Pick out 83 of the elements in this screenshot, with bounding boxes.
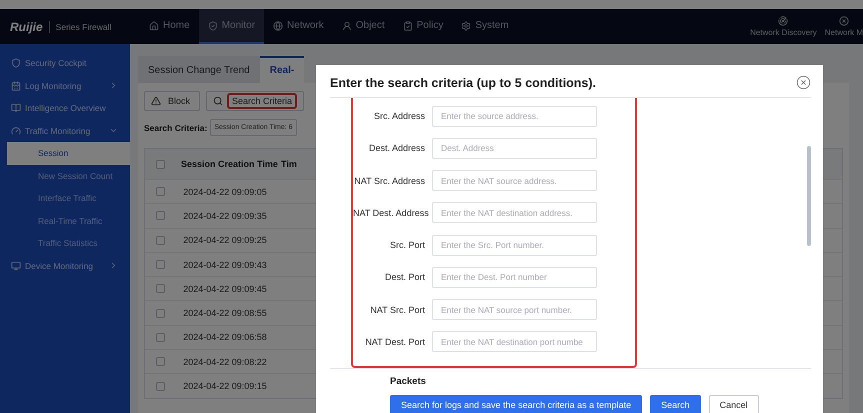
sidebar-subitem[interactable]: New Session Count xyxy=(7,164,130,187)
input-field[interactable]: Enter the NAT destination port numbe xyxy=(432,331,597,352)
table-cell-text: 2024-04-22 09:09:43 xyxy=(182,260,268,270)
dialog-button[interactable]: Search for logs and save the search criteria as a template xyxy=(390,395,642,413)
checkbox[interactable] xyxy=(156,187,164,196)
input-field[interactable]: Dest. Address xyxy=(432,138,597,159)
toolbar-button[interactable]: Block xyxy=(144,91,200,111)
scrollbar-thumb[interactable] xyxy=(807,146,811,246)
checkbox[interactable] xyxy=(156,160,164,168)
checkbox[interactable] xyxy=(156,260,164,270)
column-header: Tim xyxy=(280,159,298,169)
warning-icon xyxy=(151,96,161,106)
toolbar-button[interactable]: Search Criteria xyxy=(206,91,304,111)
shield-icon xyxy=(208,20,218,30)
sidebar-item[interactable]: Security Cockpit xyxy=(0,52,130,74)
nav-tab[interactable]: System xyxy=(452,9,518,44)
input-field[interactable]: Enter the NAT destination address. xyxy=(432,202,597,224)
sidebar-item[interactable]: Traffic Monitoring xyxy=(0,120,130,142)
field-label: NAT Src. Port xyxy=(369,304,425,315)
nav-tab[interactable]: Policy xyxy=(394,9,452,44)
sidebar-item[interactable]: Intelligence Overview xyxy=(0,97,130,120)
checkbox[interactable] xyxy=(156,357,164,366)
field-label: Dest. Address xyxy=(368,143,425,154)
nav-tab[interactable]: Object xyxy=(332,9,394,44)
table-cell-text: 2024-04-22 09:09:35 xyxy=(182,210,268,221)
field-label: Src. Port xyxy=(388,240,425,250)
dialog-title: Enter the search criteria (up to 5 conditions). xyxy=(330,76,596,90)
circle-x-icon xyxy=(838,16,849,26)
checkbox[interactable] xyxy=(156,236,164,245)
sidebar-item[interactable]: Device Monitoring xyxy=(0,254,130,277)
calendar-icon xyxy=(11,80,21,91)
sidebar-subitem[interactable]: Real-Time Traffic xyxy=(7,210,130,232)
table-cell-text: 2024-04-22 09:09:25 xyxy=(182,235,268,246)
table-cell-text: 2024-04-22 09:08:22 xyxy=(182,356,268,367)
input-field[interactable]: Enter the NAT source address. xyxy=(432,170,597,192)
dialog-button[interactable]: Search xyxy=(650,395,701,413)
radar-icon xyxy=(778,16,788,26)
clipboard-icon xyxy=(402,20,413,30)
search-icon xyxy=(213,96,224,106)
monitor-icon xyxy=(11,260,21,271)
input-field[interactable]: Enter the NAT source port number. xyxy=(432,299,597,320)
field-label: Src. Address xyxy=(372,111,425,122)
sidebar-subitem[interactable]: Traffic Statistics xyxy=(7,232,130,254)
sidebar-subitem[interactable]: Session xyxy=(7,142,130,164)
column-header: Session Creation Time xyxy=(180,159,275,169)
field-label: Dest. Port xyxy=(384,272,425,282)
home-icon xyxy=(149,20,159,30)
table-cell-text: 2024-04-22 09:08:55 xyxy=(182,308,268,318)
shield-icon xyxy=(11,58,21,68)
nav-tab[interactable]: Home xyxy=(140,9,199,44)
table-cell-text: 2024-04-22 09:06:58 xyxy=(182,332,268,342)
toolbar-tool[interactable]: Network M xyxy=(824,9,863,44)
criteria-label: Search Criteria: xyxy=(144,122,208,132)
dialog-button[interactable]: Cancel xyxy=(708,395,759,413)
table-cell-text: 2024-04-22 09:09:45 xyxy=(182,284,268,294)
toolbar-tool[interactable]: Network Discovery xyxy=(750,9,817,44)
content-tab[interactable]: Session Change Trend xyxy=(138,56,260,83)
book-icon xyxy=(11,103,21,114)
section-title: Packets xyxy=(330,368,811,387)
settings-icon xyxy=(461,20,472,30)
field-label: NAT Src. Address xyxy=(353,176,425,186)
checkbox[interactable] xyxy=(156,308,164,318)
sidebar-item[interactable]: Log Monitoring xyxy=(0,74,130,97)
checkbox[interactable] xyxy=(156,382,164,391)
brand-logo: Ruijie xyxy=(10,20,43,34)
input-field[interactable]: Enter the Dest. Port number xyxy=(432,266,597,288)
sidebar-subitem[interactable]: Interface Traffic xyxy=(7,187,130,210)
field-label: NAT Dest. Port xyxy=(364,336,425,347)
close-button[interactable] xyxy=(796,75,811,90)
input-field[interactable]: Enter the Src. Port number. xyxy=(432,234,597,256)
nav-tab[interactable]: Network xyxy=(264,9,333,44)
content-tab[interactable]: Real- xyxy=(260,56,304,83)
gauge-icon xyxy=(11,126,21,136)
input-field[interactable]: Enter the source address. xyxy=(432,106,597,127)
checkbox[interactable] xyxy=(156,332,164,342)
checkbox[interactable] xyxy=(156,284,164,294)
globe-icon xyxy=(273,20,284,30)
user-icon xyxy=(342,20,352,30)
table-cell-text: 2024-04-22 09:09:05 xyxy=(182,186,268,197)
product-name: Series Firewall xyxy=(56,22,112,32)
checkbox[interactable] xyxy=(156,211,164,220)
table-cell-text: 2024-04-22 09:09:15 xyxy=(182,381,268,392)
nav-tab[interactable]: Monitor xyxy=(198,9,264,44)
